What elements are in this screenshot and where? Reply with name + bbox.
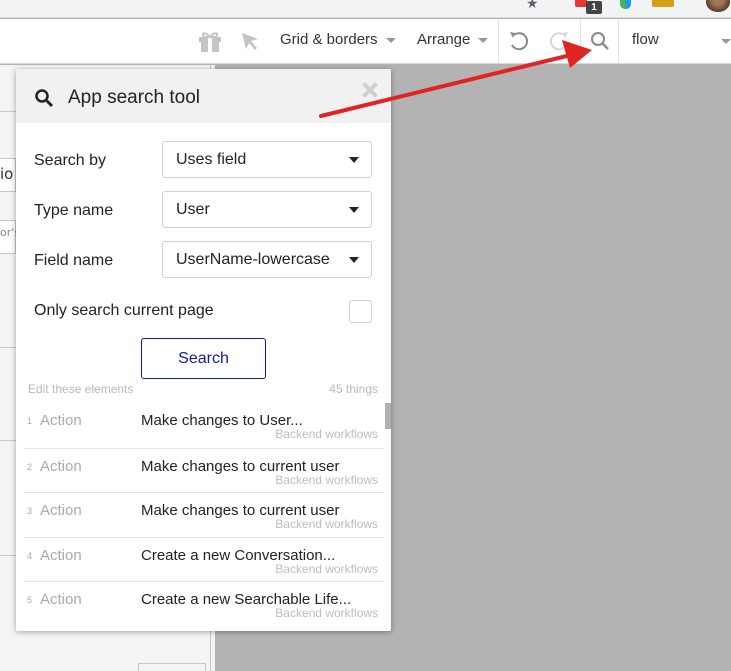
result-source: Backend workflows: [275, 606, 378, 620]
result-row[interactable]: 4 Action Create a new Conversation... Ba…: [24, 537, 384, 581]
grid-borders-label: Grid & borders: [280, 31, 378, 48]
results-caption: Edit these elements: [28, 382, 134, 396]
close-icon[interactable]: [359, 79, 381, 101]
only-current-page-label: Only search current page: [34, 302, 214, 319]
canvas-element-partial[interactable]: io: [0, 158, 16, 192]
results-count: 45 things: [329, 382, 378, 396]
pointer-icon[interactable]: [236, 27, 264, 55]
result-kind: Action: [40, 591, 82, 608]
search-by-dropdown[interactable]: Uses field: [162, 141, 372, 178]
result-row[interactable]: 5 Action Create a new Searchable Life...…: [24, 581, 384, 625]
chevron-down-icon: [385, 37, 396, 43]
result-kind: Action: [40, 412, 82, 429]
extension-badge: 1: [586, 1, 602, 14]
type-name-dropdown[interactable]: User: [162, 191, 372, 228]
search-icon[interactable]: [586, 27, 614, 55]
canvas-guide-line: [138, 663, 206, 664]
redo-icon[interactable]: [545, 27, 573, 55]
gift-icon[interactable]: [196, 27, 224, 55]
arrange-menu[interactable]: Arrange: [417, 31, 489, 48]
browser-toolbar-strip: ★ 1: [0, 0, 731, 18]
page-selector-dropdown[interactable]: flow: [619, 19, 731, 64]
result-source: Backend workflows: [275, 562, 378, 576]
editor-toolbar: Grid & borders Arrange flow: [0, 19, 731, 64]
field-name-label: Field name: [34, 252, 114, 269]
chevron-down-icon: [721, 39, 731, 44]
results-scrollbar[interactable]: [385, 403, 391, 429]
app-search-tool-panel: App search tool Search by Uses field Typ…: [16, 69, 391, 631]
panel-header: App search tool: [16, 69, 391, 123]
result-source: Backend workflows: [275, 473, 378, 487]
chevron-down-icon: [478, 37, 489, 43]
result-kind: Action: [40, 502, 82, 519]
results-list: 1 Action Make changes to User... Backend…: [16, 403, 391, 631]
result-row[interactable]: 1 Action Make changes to User... Backend…: [24, 403, 384, 447]
undo-icon[interactable]: [505, 27, 533, 55]
result-number: 4: [27, 551, 33, 561]
result-source: Backend workflows: [275, 427, 378, 441]
toolbar-divider: [498, 19, 499, 64]
result-source: Backend workflows: [275, 517, 378, 531]
canvas-element-text: io: [0, 165, 14, 183]
dropdown-arrow-icon: [349, 207, 359, 213]
type-name-value: User: [176, 201, 210, 218]
canvas-guide-line: [0, 440, 16, 441]
search-button[interactable]: Search: [141, 338, 266, 379]
arrange-label: Arrange: [417, 31, 471, 48]
canvas-guide-line: [205, 663, 206, 671]
toolbar-divider: [580, 19, 581, 64]
only-current-page-checkbox[interactable]: [349, 300, 372, 323]
canvas-element-partial[interactable]: or's: [0, 220, 20, 254]
dropdown-arrow-icon: [349, 157, 359, 163]
result-number: 2: [27, 462, 33, 472]
search-by-value: Uses field: [176, 151, 247, 168]
canvas-guide-line: [0, 555, 16, 556]
result-kind: Action: [40, 458, 82, 475]
extension-shield-icon[interactable]: [620, 0, 631, 9]
search-by-label: Search by: [34, 152, 107, 169]
result-number: 3: [27, 506, 33, 516]
profile-avatar[interactable]: [706, 0, 730, 12]
page-selector-value: flow: [632, 31, 659, 48]
dropdown-arrow-icon: [349, 257, 359, 263]
canvas-guide-line: [0, 347, 16, 348]
result-row[interactable]: 2 Action Make changes to current user Ba…: [24, 448, 384, 492]
type-name-label: Type name: [34, 202, 114, 219]
bookmark-star-icon[interactable]: ★: [526, 0, 539, 12]
result-number: 1: [27, 416, 33, 426]
field-name-dropdown[interactable]: UserName-lowercase: [162, 241, 372, 278]
search-icon: [34, 88, 54, 112]
panel-title: App search tool: [68, 87, 201, 108]
result-kind: Action: [40, 547, 82, 564]
canvas-guide-line: [138, 663, 139, 671]
extension-folder-icon[interactable]: [652, 0, 674, 7]
field-name-value: UserName-lowercase: [176, 251, 330, 268]
result-number: 5: [27, 595, 33, 605]
result-row[interactable]: 3 Action Make changes to current user Ba…: [24, 492, 384, 536]
canvas-guide-line: [0, 111, 16, 112]
grid-borders-menu[interactable]: Grid & borders: [280, 31, 396, 48]
